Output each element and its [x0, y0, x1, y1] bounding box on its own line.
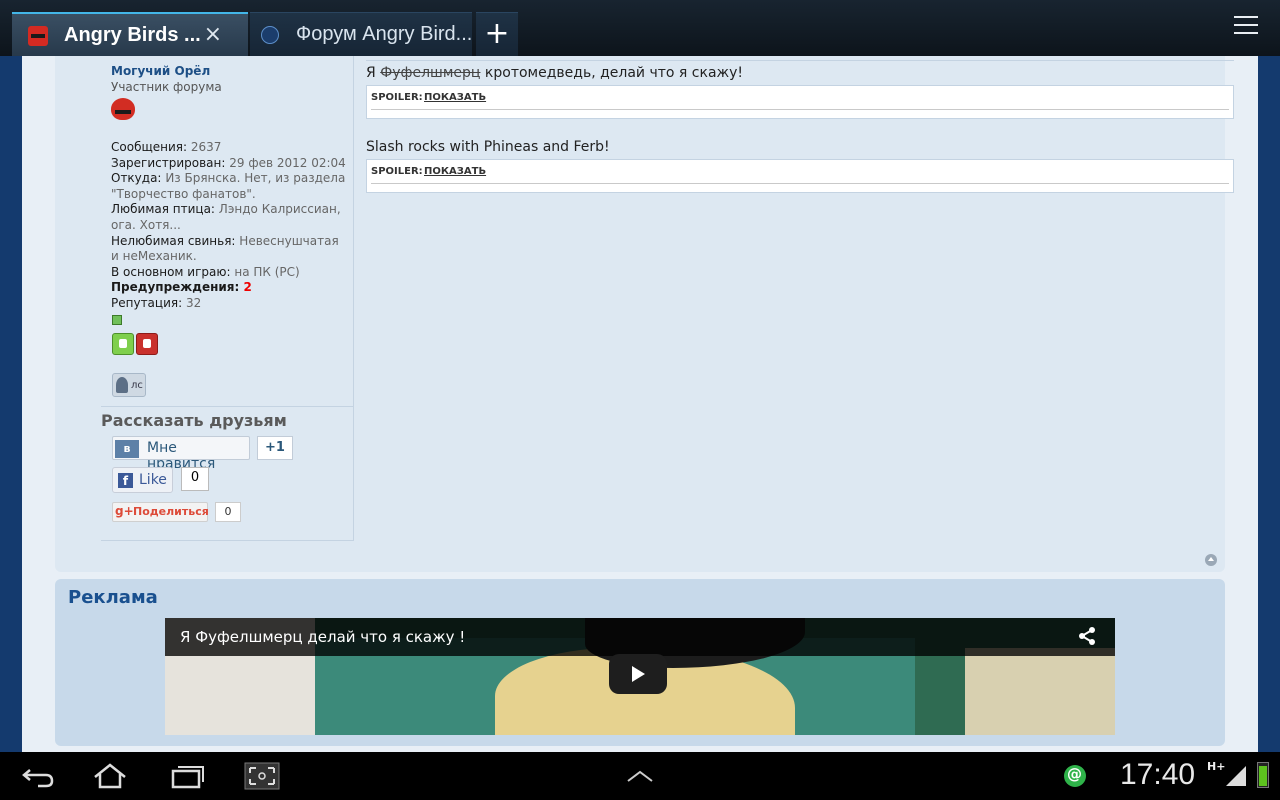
divider: [371, 109, 1229, 110]
google-plus-label: Поделиться: [133, 505, 209, 518]
info-registered: Зарегистрирован: 29 фев 2012 02:04: [111, 155, 346, 170]
notification-icon[interactable]: [1064, 765, 1086, 787]
web-page: Могучий Орёл Участник форума Сообщения: …: [0, 56, 1280, 752]
spoiler-show-link[interactable]: ПОКАЗАТЬ: [424, 166, 486, 177]
online-status-icon: [112, 315, 122, 325]
info-warnings: Предупреждения: 2: [111, 280, 252, 295]
vk-like-button[interactable]: в Мне нравится: [112, 436, 250, 472]
reputation-down-icon[interactable]: [136, 333, 158, 355]
angry-bird-favicon-icon: [28, 26, 48, 46]
spoiler-show-link[interactable]: ПОКАЗАТЬ: [424, 92, 486, 103]
play-icon[interactable]: [609, 654, 667, 694]
vk-like-count: +1: [257, 436, 293, 460]
reputation-up-icon[interactable]: [112, 333, 134, 355]
recent-apps-icon[interactable]: [170, 762, 206, 790]
info-location: Откуда: Из Брянска. Нет, из раздела "Тво…: [111, 171, 346, 201]
signal-icon: [1226, 766, 1246, 786]
author-info: Сообщения: 2637 Зарегистрирован: 29 фев …: [111, 140, 349, 312]
divider: [371, 183, 1229, 184]
new-tab-button[interactable]: +: [476, 12, 518, 56]
clock: 17:40: [1120, 758, 1196, 791]
ad-section: Реклама Я Фуфелшмерц делай что я скажу !: [55, 579, 1225, 746]
forum-post: Могучий Орёл Участник форума Сообщения: …: [55, 56, 1234, 572]
close-tab-icon[interactable]: ×: [204, 22, 222, 47]
home-icon[interactable]: [92, 762, 128, 790]
share-title: Рассказать друзьям: [101, 411, 287, 430]
screenshot-icon[interactable]: [244, 762, 280, 790]
scroll-to-top-icon[interactable]: [1205, 554, 1217, 566]
rank-bird-icon: [111, 98, 135, 120]
network-type: H+: [1207, 760, 1226, 773]
facebook-icon: f: [118, 473, 133, 488]
author-name-link[interactable]: Могучий Орёл: [111, 64, 210, 78]
spoiler-box: SPOILER: ПОКАЗАТЬ: [366, 159, 1234, 193]
private-message-button[interactable]: лс: [112, 373, 146, 397]
google-plus-share-count: 0: [215, 502, 241, 522]
page-wrapper: Могучий Орёл Участник форума Сообщения: …: [22, 56, 1258, 752]
google-plus-share-button[interactable]: g+ Поделиться: [112, 502, 209, 522]
info-posts: Сообщения: 2637: [111, 140, 222, 154]
info-reputation: Репутация: 32: [111, 295, 202, 310]
spoiler-label: SPOILER:: [371, 166, 423, 177]
ad-title: Реклама: [68, 587, 158, 608]
share-icon[interactable]: [1077, 626, 1097, 646]
video-title[interactable]: Я Фуфелшмерц делай что я скажу !: [180, 628, 465, 646]
tab-forum[interactable]: Форум Angry Bird...: [250, 12, 472, 56]
facebook-like-count: 0: [181, 467, 209, 491]
user-icon: [116, 377, 128, 393]
back-icon[interactable]: [20, 762, 56, 790]
signature-line-1: Я Фуфелшмерц кротомедведь, делай что я с…: [366, 65, 744, 81]
facebook-like-button[interactable]: f Like: [112, 467, 173, 493]
browser-tab-bar: Angry Birds ... × Форум Angry Bird... +: [0, 0, 1280, 56]
video-title-bar: Я Фуфелшмерц делай что я скажу !: [165, 618, 1115, 656]
pm-label: лс: [131, 380, 143, 391]
google-plus-icon: g+: [115, 504, 134, 518]
tab-angry-birds[interactable]: Angry Birds ... ×: [12, 12, 248, 56]
strikethrough-text: Фуфелшмерц: [380, 65, 481, 81]
battery-icon: [1257, 762, 1269, 788]
browser-menu-icon[interactable]: [1234, 16, 1258, 40]
vk-icon: в: [115, 440, 139, 458]
divider: [366, 60, 1234, 61]
tab-title: Форум Angry Bird...: [296, 23, 473, 45]
author-rank: Участник форума: [111, 80, 222, 94]
spoiler-box: SPOILER: ПОКАЗАТЬ: [366, 85, 1234, 119]
info-disliked-pig: Нелюбимая свинья: Невеснушчатая и неМеха…: [111, 233, 339, 264]
author-profile: Могучий Орёл Участник форума Сообщения: …: [101, 56, 354, 541]
facebook-label: Like: [139, 472, 167, 488]
chevron-up-icon[interactable]: [626, 768, 654, 784]
video-embed[interactable]: Я Фуфелшмерц делай что я скажу !: [165, 618, 1115, 735]
globe-favicon-icon: [261, 26, 279, 44]
signature-line-2: Slash rocks with Phineas and Ferb!: [366, 139, 610, 155]
tab-title: Angry Birds ...: [64, 24, 201, 46]
spoiler-label: SPOILER:: [371, 92, 423, 103]
info-platform: В основном играю: на ПК (PC): [111, 264, 300, 279]
divider: [101, 406, 353, 407]
system-nav-bar: 17:40 H+: [0, 752, 1280, 800]
info-favorite-bird: Любимая птица: Лэндо Калриссиан, ога. Хо…: [111, 202, 341, 232]
